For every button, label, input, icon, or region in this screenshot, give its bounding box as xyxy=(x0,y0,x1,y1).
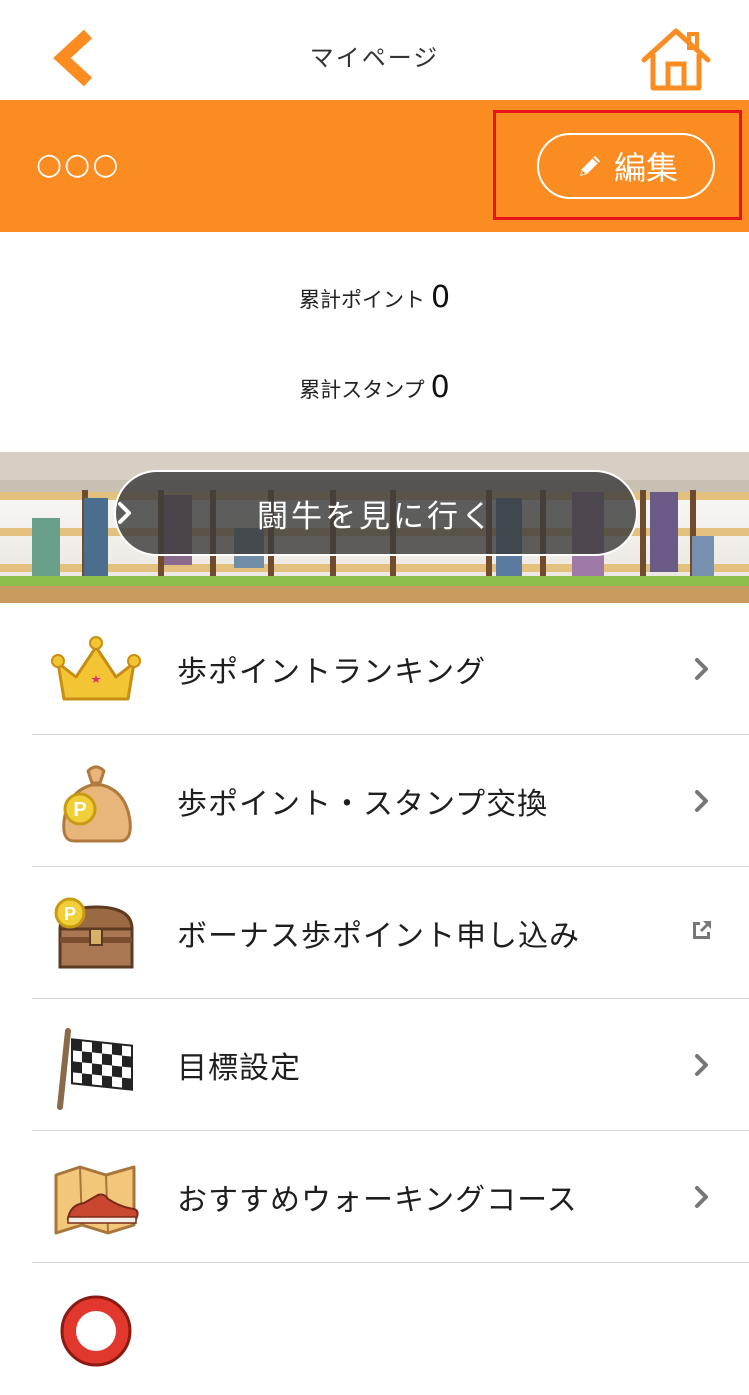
chevron-right-icon xyxy=(695,790,708,812)
total-points-value: 0 xyxy=(430,280,451,315)
treasure-chest-icon: P xyxy=(54,897,134,969)
user-name: ○○○ xyxy=(36,147,121,182)
menu-item-goal[interactable]: 目標設定 xyxy=(0,999,749,1131)
menu-item-exchange[interactable]: P 歩ポイント・スタンプ交換 xyxy=(0,735,749,867)
chevron-right-icon xyxy=(695,1186,708,1208)
total-points-label: 累計ポイント xyxy=(298,288,425,312)
menu-list: 歩ポイントランキング P 歩ポイント・スタンプ交換 P ボーナス歩ポイント申し込… xyxy=(0,603,749,1395)
edit-button[interactable]: 編集 xyxy=(537,133,715,199)
chevron-right-icon xyxy=(695,1054,708,1076)
external-link-icon xyxy=(693,921,711,939)
total-points: 累計ポイント 0 xyxy=(0,280,749,315)
menu-label: おすすめウォーキングコース xyxy=(177,1183,578,1218)
edit-label: 編集 xyxy=(613,149,678,187)
menu-label: ボーナス歩ポイント申し込み xyxy=(177,919,580,954)
menu-item-walking-course[interactable]: おすすめウォーキングコース xyxy=(0,1131,749,1263)
checkered-flag-icon xyxy=(57,1028,133,1110)
menu-label: 歩ポイントランキング xyxy=(177,655,487,690)
user-bar: ○○○ 編集 xyxy=(0,100,749,232)
menu-item-bonus[interactable]: P ボーナス歩ポイント申し込み xyxy=(0,867,749,999)
home-icon xyxy=(641,28,711,91)
money-bag-icon: P xyxy=(62,765,132,843)
home-button[interactable] xyxy=(638,26,714,92)
menu-item-ranking[interactable]: 歩ポイントランキング xyxy=(0,603,749,735)
total-stamps-label: 累計スタンプ xyxy=(299,378,425,402)
total-stamps-value: 0 xyxy=(430,370,450,405)
svg-text:P: P xyxy=(64,904,76,924)
chevron-right-icon xyxy=(695,658,708,680)
bullfight-banner: 闘牛を見に行く xyxy=(0,440,749,603)
total-stamps: 累計スタンプ 0 xyxy=(0,370,749,405)
page-title: マイページ xyxy=(309,44,440,72)
map-shoe-icon xyxy=(54,1165,139,1235)
svg-text:P: P xyxy=(73,799,86,821)
pencil-icon xyxy=(579,156,600,176)
menu-label: 歩ポイント・スタンプ交換 xyxy=(177,787,549,822)
go-watch-bullfight-button[interactable]: 闘牛を見に行く xyxy=(114,470,638,556)
banner-button-label: 闘牛を見に行く xyxy=(257,498,495,535)
chevron-right-icon xyxy=(118,502,131,524)
badge-icon xyxy=(60,1295,132,1367)
menu-label: 目標設定 xyxy=(177,1051,301,1086)
header-bar: マイページ xyxy=(0,0,749,100)
crown-icon xyxy=(51,636,141,701)
menu-item-partial[interactable] xyxy=(0,1263,749,1395)
